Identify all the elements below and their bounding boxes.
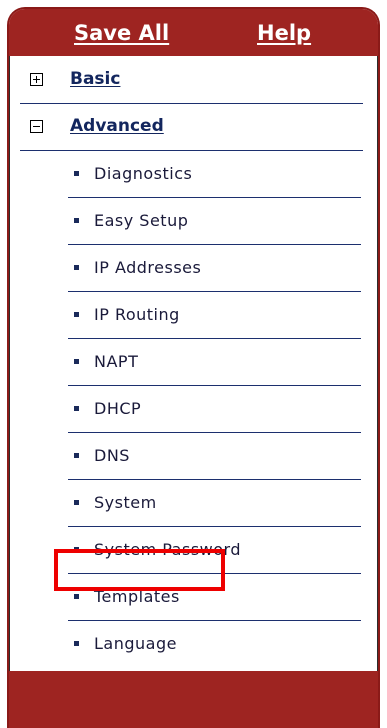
save-all-link[interactable]: Save All (74, 21, 169, 45)
menu-item-basic[interactable]: Basic (20, 56, 363, 104)
bullet-icon (74, 218, 79, 223)
system-highlight-box (54, 549, 225, 591)
submenu-item-label[interactable]: Diagnostics (94, 164, 192, 183)
menu-item-basic-label[interactable]: Basic (70, 69, 120, 89)
bullet-icon (74, 594, 79, 599)
menu-body: Basic Advanced Diagnostics Easy Setup IP… (9, 56, 378, 671)
bullet-icon (74, 265, 79, 270)
submenu-item-label[interactable]: DNS (94, 446, 130, 465)
footer-bar (9, 671, 378, 728)
submenu-item-dns[interactable]: DNS (68, 432, 361, 480)
bullet-icon (74, 406, 79, 411)
submenu-item-label[interactable]: Easy Setup (94, 211, 188, 230)
submenu-item-ip-routing[interactable]: IP Routing (68, 291, 361, 339)
submenu-item-label[interactable]: NAPT (94, 352, 138, 371)
expand-plus-icon[interactable] (30, 73, 43, 86)
collapse-minus-icon[interactable] (30, 120, 43, 133)
bullet-icon (74, 453, 79, 458)
bullet-icon (74, 171, 79, 176)
bullet-icon (74, 500, 79, 505)
submenu-item-label[interactable]: Language (94, 634, 177, 653)
submenu-item-system[interactable]: System (68, 479, 361, 527)
submenu-item-diagnostics[interactable]: Diagnostics (68, 150, 361, 198)
navigation-panel: Save All Help Basic Advanced Diagnostics… (7, 7, 380, 728)
submenu-item-label[interactable]: DHCP (94, 399, 141, 418)
submenu-item-easy-setup[interactable]: Easy Setup (68, 197, 361, 245)
bullet-icon (74, 641, 79, 646)
bullet-icon (74, 312, 79, 317)
submenu-item-dhcp[interactable]: DHCP (68, 385, 361, 433)
submenu-item-language[interactable]: Language (68, 620, 361, 667)
menu-item-advanced-label[interactable]: Advanced (70, 116, 164, 136)
submenu-item-label[interactable]: IP Addresses (94, 258, 201, 277)
submenu-item-label[interactable]: System (94, 493, 157, 512)
bullet-icon (74, 359, 79, 364)
submenu-item-label[interactable]: IP Routing (94, 305, 180, 324)
help-link[interactable]: Help (257, 21, 311, 45)
header-bar: Save All Help (9, 9, 378, 56)
menu-item-advanced[interactable]: Advanced (20, 103, 363, 151)
submenu-item-napt[interactable]: NAPT (68, 338, 361, 386)
submenu-item-ip-addresses[interactable]: IP Addresses (68, 244, 361, 292)
